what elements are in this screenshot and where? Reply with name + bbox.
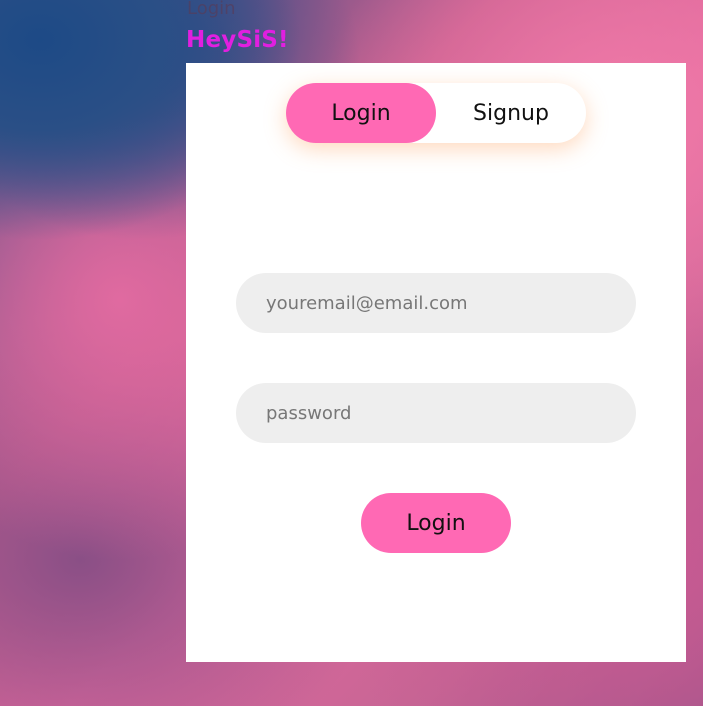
tab-signup[interactable]: Signup	[436, 83, 586, 143]
login-submit-button[interactable]: Login	[361, 493, 511, 553]
tab-login[interactable]: Login	[286, 83, 436, 143]
auth-card: Login Signup Login	[186, 63, 686, 662]
page-heading-faded: Login	[187, 0, 236, 19]
email-field[interactable]	[236, 273, 636, 333]
auth-mode-toggle: Login Signup	[286, 83, 586, 143]
password-field[interactable]	[236, 383, 636, 443]
brand-logo-text: HeySiS!	[186, 27, 289, 53]
